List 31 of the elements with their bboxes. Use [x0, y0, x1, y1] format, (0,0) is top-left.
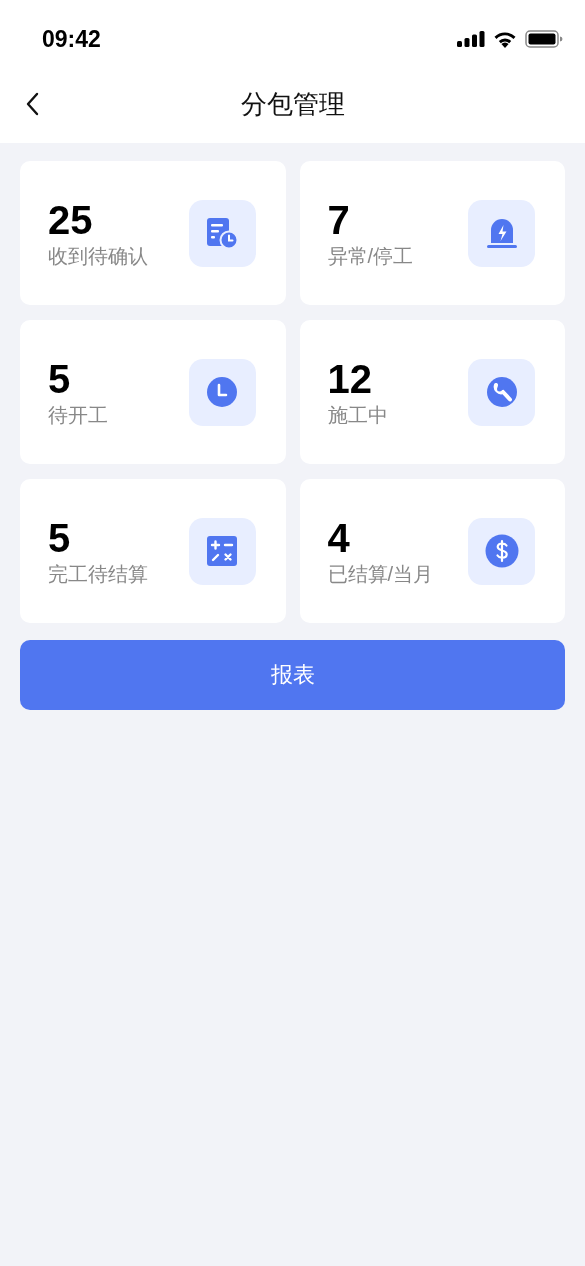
stat-value: 12 [327, 356, 373, 402]
stat-value: 5 [48, 356, 72, 402]
siren-icon [485, 217, 518, 249]
stat-label: 收到待确认 [48, 244, 148, 269]
stat-card[interactable]: 25 收到待确认 [20, 161, 286, 305]
calculator-icon [206, 535, 238, 567]
stat-value: 7 [327, 197, 351, 243]
document-clock-icon [206, 217, 238, 249]
stat-label: 施工中 [327, 403, 388, 428]
signal-icon [457, 31, 485, 47]
back-icon[interactable] [25, 92, 39, 116]
stat-value: 4 [327, 515, 351, 561]
stat-card[interactable]: 7 异常/停工 [299, 161, 565, 305]
wrench-icon [485, 376, 518, 408]
report-button[interactable]: 报表 [20, 640, 565, 710]
clock-icon [206, 376, 238, 408]
stat-label: 异常/停工 [327, 244, 414, 269]
page-title: 分包管理 [240, 87, 345, 121]
stat-value: 25 [48, 197, 94, 243]
status-time: 09:42 [42, 25, 101, 53]
stat-card[interactable]: 4 已结算/当月 [299, 479, 565, 623]
wifi-icon [493, 30, 517, 48]
stat-card[interactable]: 12 施工中 [299, 320, 565, 464]
dollar-icon [484, 534, 519, 568]
stat-label: 已结算/当月 [327, 562, 434, 587]
stat-card[interactable]: 5 待开工 [20, 320, 286, 464]
stat-card[interactable]: 5 完工待结算 [20, 479, 286, 623]
stat-label: 待开工 [48, 403, 108, 428]
stat-value: 5 [48, 515, 72, 561]
battery-icon [525, 30, 563, 48]
stat-label: 完工待结算 [48, 562, 148, 587]
